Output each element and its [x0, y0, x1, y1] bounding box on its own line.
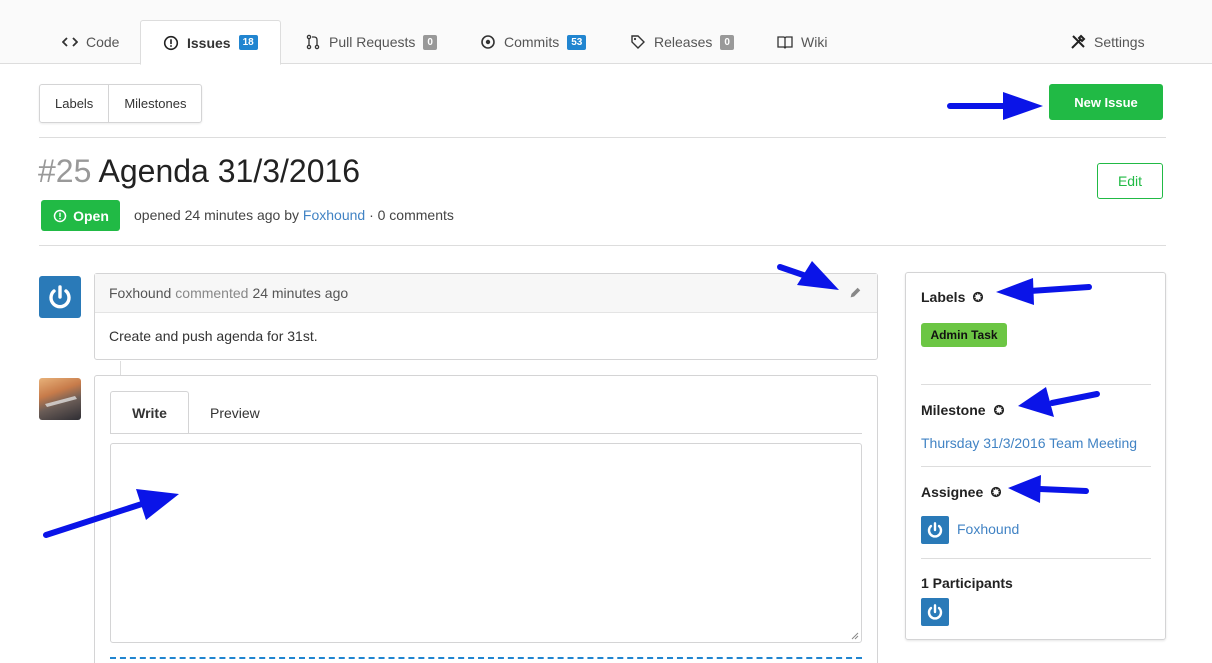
avatar[interactable]	[39, 276, 81, 318]
tab-label: Settings	[1094, 34, 1145, 50]
current-user-avatar[interactable]	[39, 378, 81, 420]
power-icon	[49, 285, 71, 309]
divider	[39, 137, 1166, 138]
pull-requests-count-badge: 0	[423, 34, 437, 50]
tab-settings[interactable]: Settings	[1064, 20, 1151, 64]
commit-icon	[480, 34, 496, 50]
tab-label: Wiki	[801, 34, 828, 50]
milestone-title: Milestone	[921, 402, 986, 418]
labels-milestones-group: Labels Milestones	[39, 84, 203, 123]
milestone-link[interactable]: Thursday 31/3/2016 Team Meeting	[921, 435, 1137, 451]
comment-textarea[interactable]	[110, 443, 862, 643]
new-issue-button[interactable]: New Issue	[1049, 84, 1163, 120]
commits-count-badge: 53	[567, 34, 587, 50]
tab-issues[interactable]: Issues 18	[140, 20, 281, 65]
tab-commits[interactable]: Commits 53	[474, 20, 592, 64]
annotation-arrow-icon	[947, 92, 1043, 120]
status-label: Open	[73, 207, 109, 224]
comment-time: 24 minutes ago	[252, 285, 349, 301]
divider	[921, 558, 1151, 559]
gear-icon[interactable]	[988, 484, 1004, 500]
issue-icon	[163, 35, 179, 51]
label-tag[interactable]: Admin Task	[921, 323, 1007, 347]
labels-heading[interactable]: Labels	[921, 289, 986, 305]
book-icon	[777, 34, 793, 50]
comment: Foxhound commented 24 minutes ago Create…	[94, 273, 878, 360]
issue-number: #25	[38, 153, 92, 189]
participant-avatar[interactable]	[921, 598, 949, 626]
comment-form: Write Preview	[94, 375, 878, 663]
gear-icon[interactable]	[970, 289, 986, 305]
tab-wiki[interactable]: Wiki	[771, 20, 833, 64]
comments-count: · 0 comments	[369, 207, 454, 223]
pencil-icon[interactable]	[847, 285, 863, 301]
status-badge: Open	[41, 200, 120, 231]
issue-title: #25 Agenda 31/3/2016	[38, 153, 360, 190]
tab-releases[interactable]: Releases 0	[624, 20, 740, 64]
tab-label: Code	[86, 34, 120, 50]
issue-sidebar: Labels Admin Task Milestone Thursday 31/…	[905, 272, 1166, 640]
code-icon	[62, 34, 78, 50]
divider	[921, 384, 1151, 385]
comment-header: Foxhound commented 24 minutes ago	[95, 274, 877, 313]
divider	[39, 245, 1166, 246]
divider	[921, 466, 1151, 467]
releases-count-badge: 0	[720, 34, 734, 50]
author-link[interactable]: Foxhound	[303, 207, 365, 223]
comment-body: Create and push agenda for 31st.	[109, 328, 318, 344]
resize-handle-icon	[851, 632, 859, 640]
tab-preview[interactable]: Preview	[210, 391, 260, 434]
tab-label: Pull Requests	[329, 34, 416, 50]
comment-author[interactable]: Foxhound	[109, 285, 171, 301]
tab-underline	[110, 433, 862, 434]
timeline-connector	[120, 361, 121, 376]
assignee-title: Assignee	[921, 484, 984, 500]
tab-code[interactable]: Code	[56, 20, 125, 64]
assignee-avatar[interactable]	[921, 516, 949, 544]
tab-label: Commits	[504, 34, 560, 50]
labels-button[interactable]: Labels	[40, 85, 108, 122]
tab-pull-requests[interactable]: Pull Requests 0	[299, 20, 443, 64]
participants-heading: 1 Participants	[921, 575, 1013, 591]
repo-nav: Code Issues 18 Pull Requests 0 Commits 5…	[0, 0, 1212, 65]
tab-label: Releases	[654, 34, 713, 50]
tag-icon	[630, 34, 646, 50]
tools-icon	[1070, 34, 1086, 50]
milestones-button[interactable]: Milestones	[108, 85, 201, 122]
assignee-heading[interactable]: Assignee	[921, 484, 1004, 500]
issue-icon	[52, 208, 68, 224]
issue-title-text: Agenda 31/3/2016	[98, 153, 361, 189]
opened-text: opened 24 minutes ago by	[134, 207, 300, 223]
tab-write[interactable]: Write	[110, 391, 189, 434]
assignee-link[interactable]: Foxhound	[957, 521, 1019, 537]
tab-label: Issues	[187, 34, 231, 51]
power-icon	[927, 604, 943, 620]
comment-action: commented	[175, 285, 249, 301]
issue-meta: opened 24 minutes ago by Foxhound · 0 co…	[134, 207, 454, 223]
issues-count-badge: 18	[238, 35, 258, 50]
edit-button[interactable]: Edit	[1097, 163, 1163, 199]
milestone-heading[interactable]: Milestone	[921, 402, 1007, 418]
attachment-dropzone[interactable]	[110, 657, 862, 663]
pull-request-icon	[305, 34, 321, 50]
labels-title: Labels	[921, 289, 966, 305]
power-icon	[927, 522, 943, 538]
gear-icon[interactable]	[991, 402, 1007, 418]
